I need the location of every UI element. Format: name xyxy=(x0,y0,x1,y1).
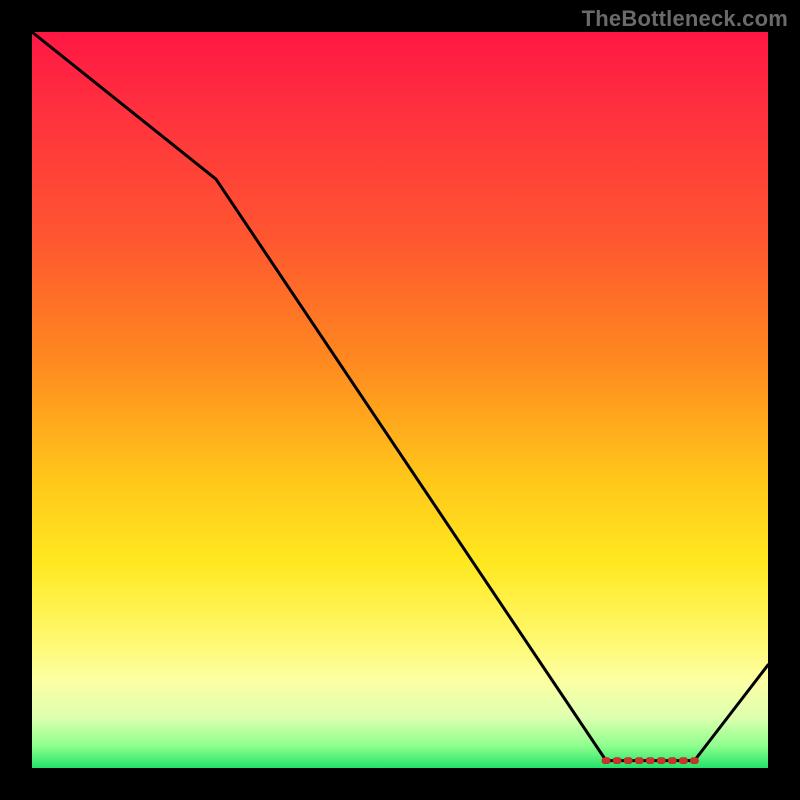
flat-segment-markers xyxy=(602,758,698,764)
trough-marker xyxy=(690,758,698,764)
trough-marker xyxy=(679,758,687,764)
trough-marker xyxy=(657,758,665,764)
plot-area xyxy=(32,32,768,768)
trough-marker xyxy=(646,758,654,764)
chart-svg xyxy=(32,32,768,768)
trough-marker xyxy=(668,758,676,764)
data-line xyxy=(32,32,768,761)
trough-marker xyxy=(613,758,621,764)
trough-marker xyxy=(602,758,610,764)
chart-frame: TheBottleneck.com xyxy=(0,0,800,800)
trough-marker xyxy=(624,758,632,764)
watermark-text: TheBottleneck.com xyxy=(582,6,788,32)
trough-marker xyxy=(635,758,643,764)
